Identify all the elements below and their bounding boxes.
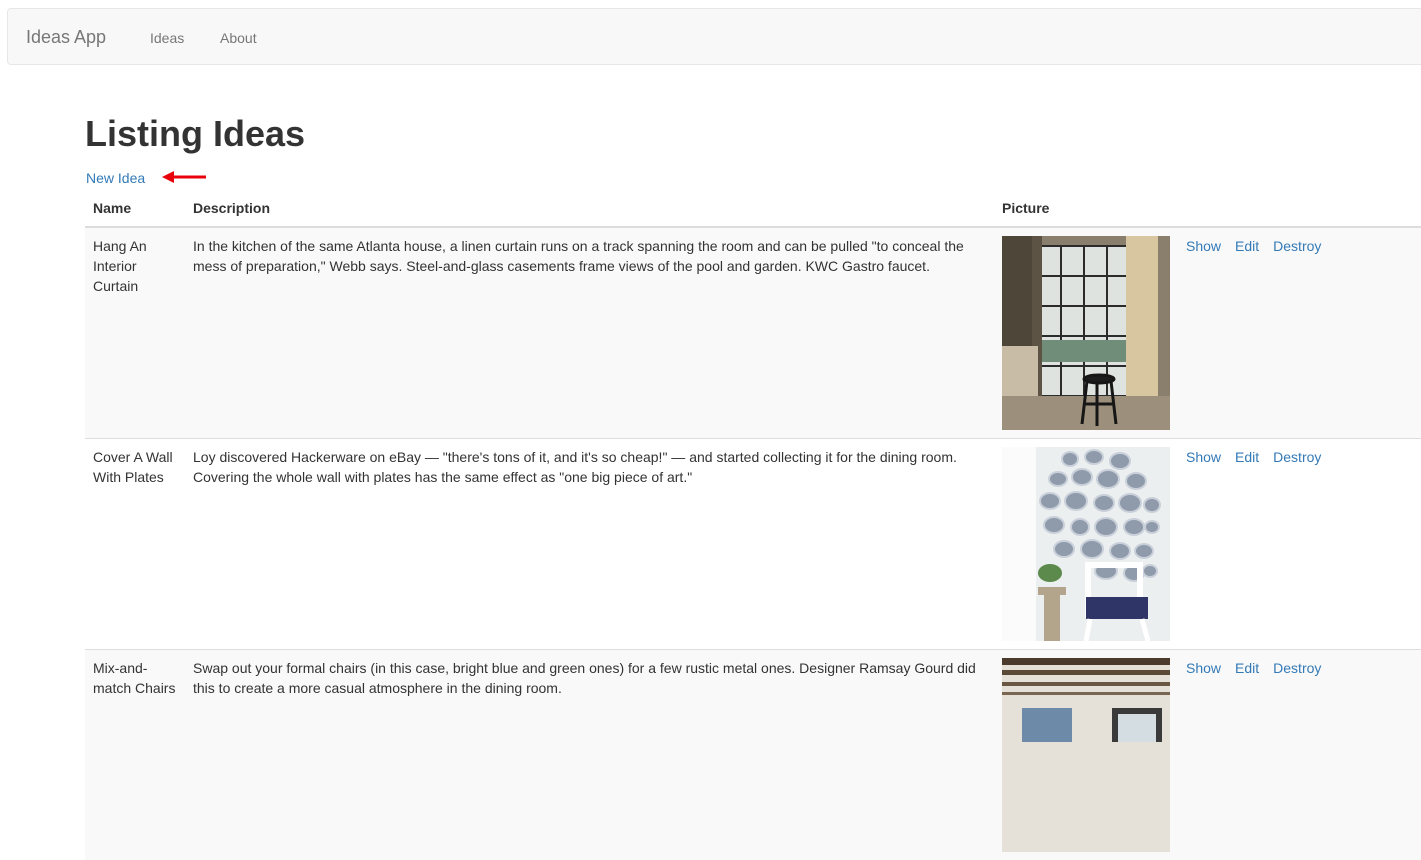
edit-link[interactable]: Edit — [1235, 238, 1259, 254]
show-link[interactable]: Show — [1186, 449, 1221, 465]
nav-link-about[interactable]: About — [220, 29, 257, 47]
table-row: Hang An Interior Curtain In the kitchen … — [85, 227, 1421, 439]
table-row: Cover A Wall With Plates Loy discovered … — [85, 439, 1421, 650]
idea-picture — [1002, 658, 1170, 852]
table-header-row: Name Description Picture — [85, 190, 1421, 227]
idea-name: Hang An Interior Curtain — [85, 227, 185, 439]
top-navbar: Ideas App Ideas About — [7, 8, 1421, 65]
idea-description: Swap out your formal chairs (in this cas… — [185, 650, 994, 860]
idea-actions: Show Edit Destroy — [1178, 439, 1421, 650]
destroy-link[interactable]: Destroy — [1273, 660, 1321, 676]
idea-description: Loy discovered Hackerware on eBay — "the… — [185, 439, 994, 650]
header-name: Name — [85, 190, 185, 227]
idea-name: Cover A Wall With Plates — [85, 439, 185, 650]
edit-link[interactable]: Edit — [1235, 449, 1259, 465]
idea-picture-cell — [994, 650, 1178, 860]
idea-name: Mix-and-match Chairs — [85, 650, 185, 860]
red-arrow-icon — [160, 170, 208, 184]
idea-picture-cell — [994, 439, 1178, 650]
brand-link[interactable]: Ideas App — [26, 27, 106, 47]
ideas-table: Name Description Picture Hang An Interio… — [85, 190, 1421, 860]
idea-picture — [1002, 236, 1170, 430]
idea-description: In the kitchen of the same Atlanta house… — [185, 227, 994, 439]
show-link[interactable]: Show — [1186, 660, 1221, 676]
show-link[interactable]: Show — [1186, 238, 1221, 254]
nav-link-ideas[interactable]: Ideas — [150, 29, 184, 47]
header-actions — [1178, 190, 1421, 227]
idea-picture-cell — [994, 227, 1178, 439]
edit-link[interactable]: Edit — [1235, 660, 1259, 676]
destroy-link[interactable]: Destroy — [1273, 238, 1321, 254]
destroy-link[interactable]: Destroy — [1273, 449, 1321, 465]
header-picture: Picture — [994, 190, 1178, 227]
idea-actions: Show Edit Destroy — [1178, 227, 1421, 439]
new-idea-link[interactable]: New Idea — [86, 169, 145, 187]
idea-actions: Show Edit Destroy — [1178, 650, 1421, 860]
header-description: Description — [185, 190, 994, 227]
page-title: Listing Ideas — [85, 110, 305, 158]
idea-picture — [1002, 447, 1170, 641]
table-row: Mix-and-match Chairs Swap out your forma… — [85, 650, 1421, 860]
